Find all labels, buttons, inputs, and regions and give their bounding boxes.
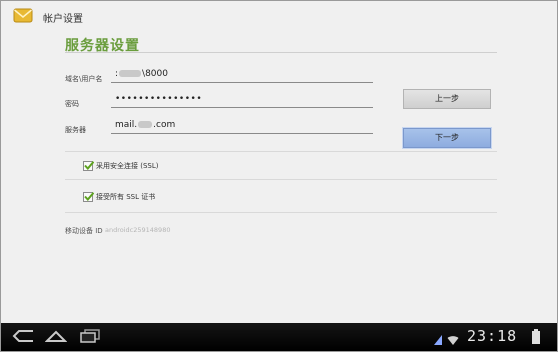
field-underline [111,82,373,83]
redacted-mask [138,121,153,128]
domain-username-field[interactable]: : \8000 [111,67,373,83]
accept-certs-checkbox[interactable] [83,192,94,202]
status-clock: 23:18 [467,327,518,345]
back-icon[interactable] [11,328,37,348]
next-button[interactable]: 下一步 [403,128,491,148]
mail-envelope-icon[interactable] [13,7,33,24]
accept-certs-option-label: 接受所有 SSL 证书 [96,193,156,201]
password-value: ••••••••••••••• [115,94,203,104]
wifi-icon [447,331,459,350]
field-underline [111,107,373,108]
recent-apps-icon[interactable] [79,328,101,348]
page-title: 帐户设置 [43,14,83,25]
field-underline [111,133,373,134]
password-field[interactable]: ••••••••••••••• [111,92,373,108]
password-label: 密码 [65,100,79,108]
screen: 帐户设置 服务器设置 域名\用户名 : \8000 密码 ••••••••••••… [0,0,558,352]
row-divider [65,212,497,213]
server-field[interactable]: mail. .com [111,118,373,134]
checkmark-icon [84,161,94,170]
action-bar: 帐户设置 [1,1,557,31]
redacted-mask [119,70,142,77]
device-id-label: 移动设备 ID [65,227,103,235]
row-divider [65,151,497,152]
previous-button[interactable]: 上一步 [403,89,491,109]
home-icon[interactable] [44,328,68,348]
server-label: 服务器 [65,126,86,134]
battery-icon [531,329,541,349]
ssl-checkbox[interactable] [83,161,94,171]
row-divider [65,179,497,180]
server-value: mail. .com [115,120,176,130]
ssl-option-label: 采用安全连接 (SSL) [96,162,159,170]
domain-username-value: : \8000 [115,69,168,79]
system-nav-bar: 23:18 [1,323,557,351]
signal-icon [433,331,443,350]
section-divider [65,52,497,53]
device-id-value: androidc259148980 [105,226,171,234]
domain-username-label: 域名\用户名 [65,75,103,83]
checkmark-icon [84,192,94,201]
